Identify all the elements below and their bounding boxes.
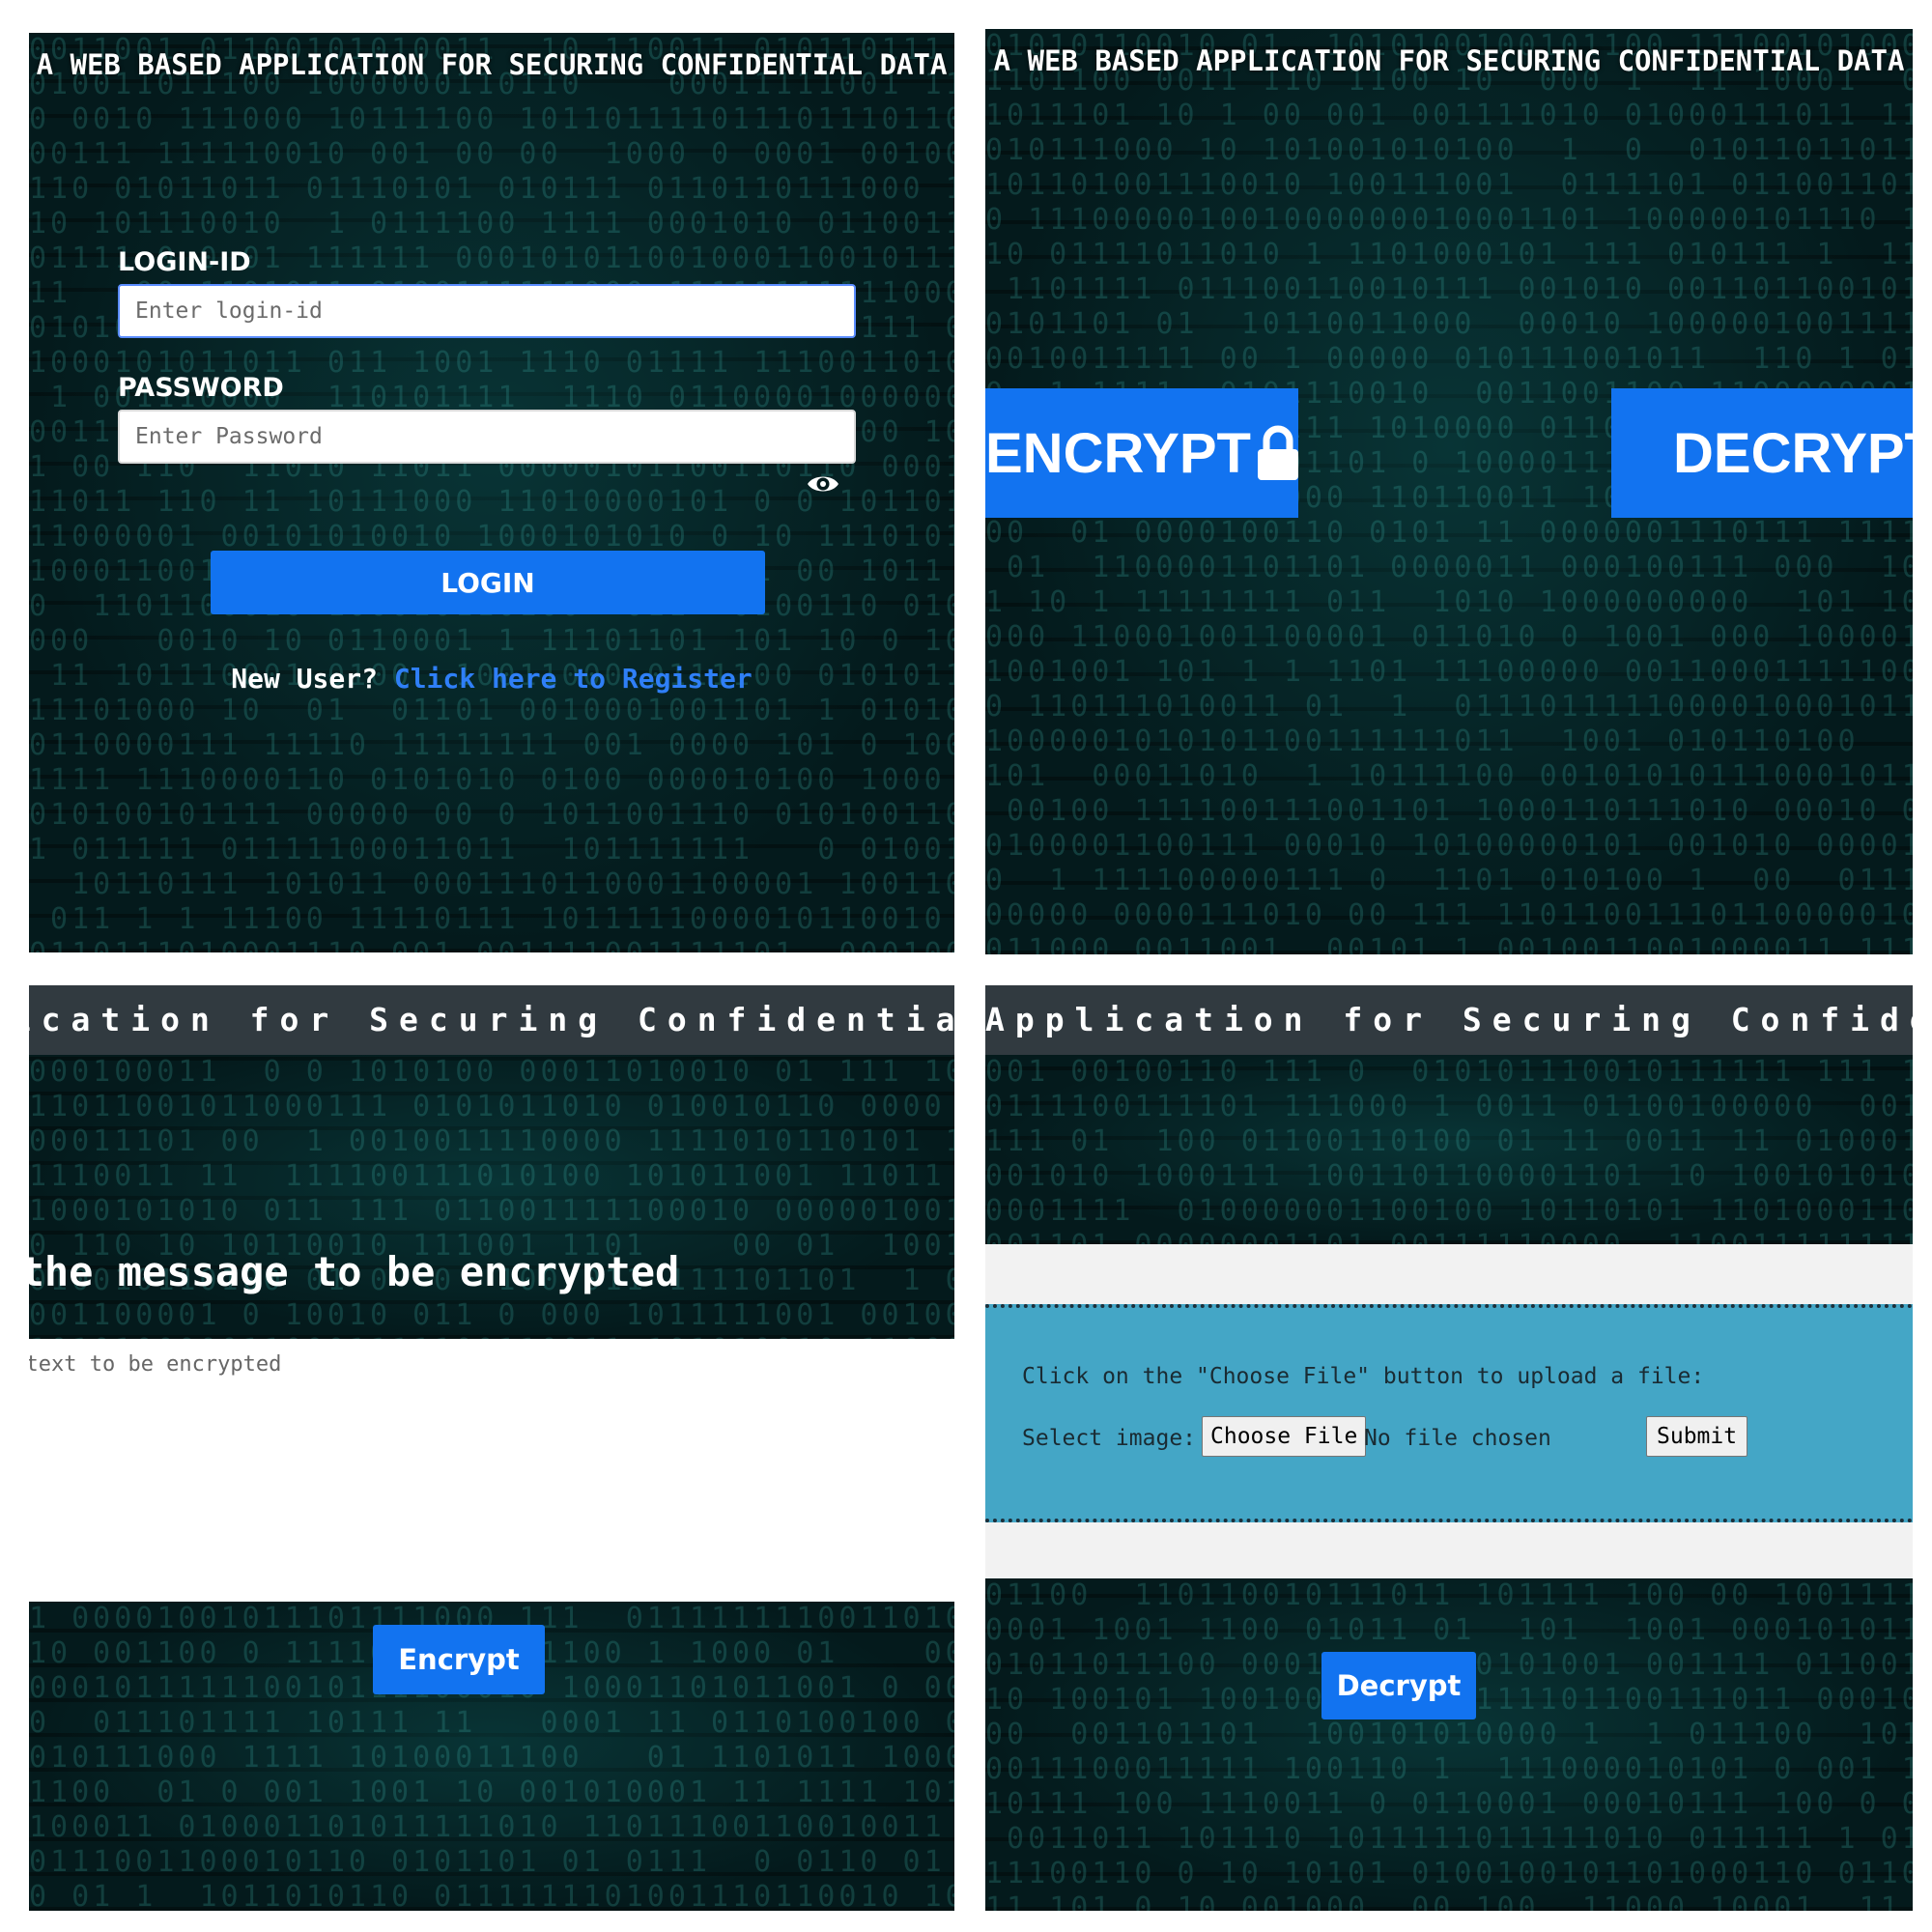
encrypt-heading: r the message to be encrypted [29, 1248, 680, 1295]
eye-icon[interactable] [806, 471, 840, 497]
hero-banner: 000100011 0 0 1010100 00011010010 01 111… [29, 1055, 954, 1339]
select-image-label: Select image: [1022, 1426, 1197, 1451]
bottom-banner: 01100 110110010111011 101111 100 00 1001… [985, 1578, 1913, 1911]
login-id-label: LOGIN-ID [118, 247, 251, 277]
decrypt-screen: Application for Securing Confidential Da… [985, 985, 1913, 1911]
decrypt-button[interactable]: Decrypt [1321, 1652, 1476, 1719]
encrypt-choice-button[interactable]: ENCRYPT [985, 388, 1298, 518]
choice-screen: 01010110010 01 1010100100101100 11100101… [985, 29, 1913, 954]
binary-background: 01100 110110010111011 101111 100 00 1001… [985, 1578, 1913, 1911]
login-screen: 0011001 01100101010011 10 110011 0101101… [29, 33, 954, 952]
upload-hint: Click on the "Choose File" button to upl… [1022, 1364, 1705, 1389]
hero-banner: 001 00100110 111 0 010101110010111111 11… [985, 1055, 1913, 1244]
encrypt-screen: plication for Securing Confidential Da 0… [29, 985, 954, 1911]
header-title: plication for Securing Confidential Da [29, 1001, 954, 1038]
register-link[interactable]: Click here to Register [394, 663, 753, 695]
header-strip: Application for Securing Confidential Da… [985, 985, 1913, 1055]
password-label: PASSWORD [118, 373, 284, 403]
message-textarea[interactable] [29, 1339, 954, 1602]
binary-background: 001 00100110 111 0 010101110010111111 11… [985, 1055, 1913, 1244]
app-title: A WEB BASED APPLICATION FOR SECURING CON… [993, 44, 1905, 77]
encrypt-choice-label: ENCRYPT [985, 421, 1251, 485]
bottom-banner: 1 00001001011101111000 111 0111111110011… [29, 1602, 954, 1911]
login-id-input[interactable] [118, 284, 856, 338]
submit-button[interactable]: Submit [1646, 1416, 1748, 1457]
upload-form: Click on the "Choose File" button to upl… [985, 1304, 1913, 1522]
header-strip: plication for Securing Confidential Da [29, 985, 954, 1055]
decrypt-choice-label: DECRYPT [1673, 421, 1913, 485]
file-status: No file chosen [1364, 1426, 1551, 1451]
register-line: New User? Click here to Register [29, 663, 954, 695]
binary-background: 000100011 0 0 1010100 00011010010 01 111… [29, 1055, 954, 1339]
app-title: A WEB BASED APPLICATION FOR SECURING CON… [36, 48, 948, 81]
choose-file-button[interactable]: Choose File [1202, 1416, 1367, 1457]
lock-icon [1258, 425, 1298, 480]
header-title: Application for Securing Confidential Da… [985, 1001, 1913, 1038]
encrypt-button[interactable]: Encrypt [373, 1625, 545, 1694]
password-input[interactable] [118, 410, 856, 464]
new-user-text: New User? [231, 663, 378, 695]
login-button[interactable]: LOGIN [211, 551, 765, 614]
decrypt-choice-button[interactable]: DECRYPT [1611, 388, 1913, 518]
